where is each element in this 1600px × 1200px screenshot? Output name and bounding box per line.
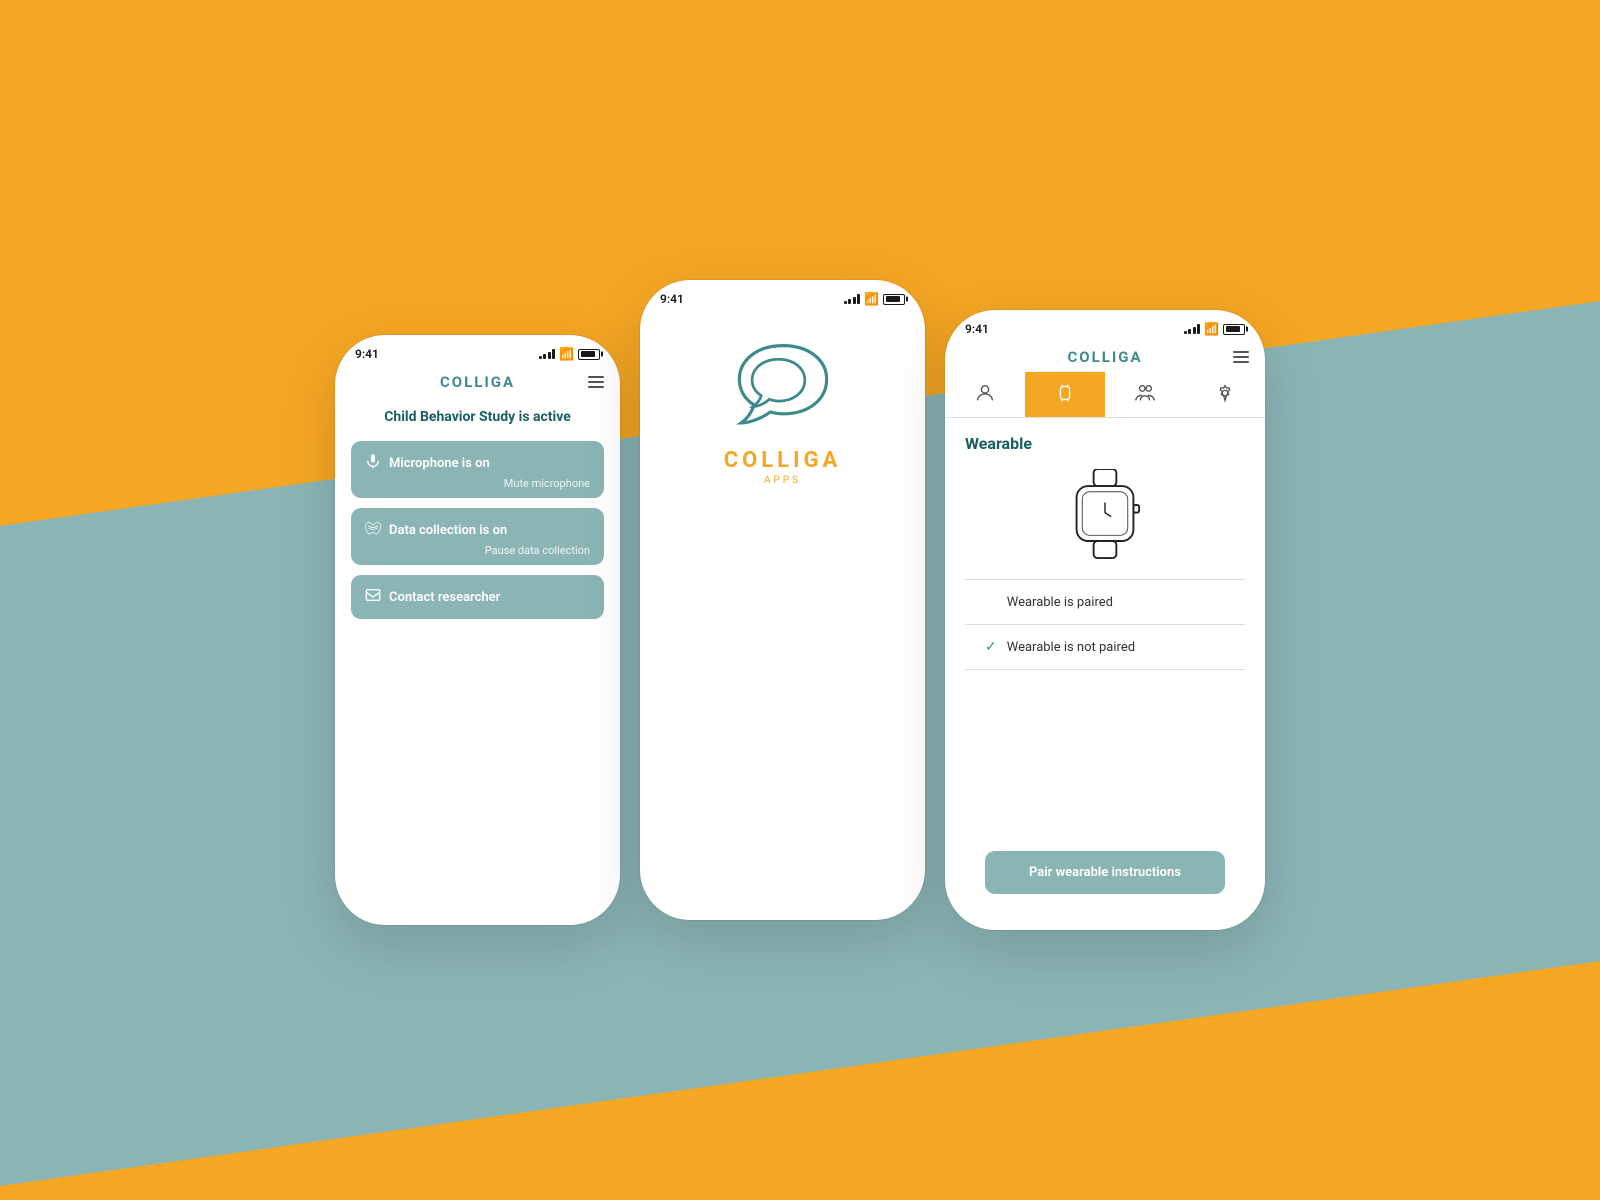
data-btn-top: Data collection is on [365, 520, 590, 540]
profile-tab-icon [974, 382, 996, 404]
microphone-button[interactable]: Microphone is on Mute microphone [351, 441, 604, 498]
signal-icon-left [539, 349, 556, 359]
microphone-label: Microphone is on [389, 456, 490, 471]
not-paired-check: ✓ [985, 639, 997, 655]
battery-icon-left [578, 349, 600, 360]
wearable-title: Wearable [965, 434, 1245, 453]
microphone-sub: Mute microphone [365, 477, 590, 490]
signal-icon-center [844, 294, 861, 304]
tab-settings[interactable] [1185, 372, 1265, 417]
tab-group[interactable] [1105, 372, 1185, 417]
splash-app-sub: APPS [764, 475, 801, 486]
splash-app-name: COLLIGA [724, 448, 842, 473]
pair-wearable-button[interactable]: Pair wearable instructions [985, 851, 1225, 894]
microphone-btn-top: Microphone is on [365, 453, 590, 473]
pair-btn-label: Pair wearable instructions [1029, 865, 1181, 880]
app-title-left: COLLIGA [440, 373, 515, 391]
status-icons-right: 📶 [1184, 322, 1245, 336]
scene: 9:41 📶 COLLIGA Child Behavior Study is a… [0, 0, 1600, 1200]
status-bar-center: 9:41 📶 [640, 280, 925, 312]
app-header-left: COLLIGA [335, 367, 620, 397]
menu-button-left[interactable] [588, 376, 604, 388]
tab-profile[interactable] [945, 372, 1025, 417]
data-collection-sub: Pause data collection [365, 544, 590, 557]
data-collection-icon [365, 520, 381, 540]
wearable-section: Wearable [945, 418, 1265, 686]
status-bar-right: 9:41 📶 [945, 310, 1265, 342]
splash-screen: COLLIGA APPS [640, 312, 925, 506]
wearable-tab-icon [1054, 382, 1076, 404]
data-collection-label: Data collection is on [389, 523, 507, 538]
app-title-right: COLLIGA [1067, 348, 1142, 366]
tab-bar [945, 372, 1265, 418]
wearable-not-paired-label: Wearable is not paired [1007, 640, 1135, 655]
wearable-not-paired-option[interactable]: ✓ Wearable is not paired [965, 625, 1245, 670]
contact-label: Contact researcher [389, 590, 500, 605]
phone-right-inner: 9:41 📶 COLLIGA [945, 310, 1265, 930]
phone-center: 9:41 📶 COLLIGA APPS [640, 280, 925, 920]
watch-illustration [965, 469, 1245, 559]
phone-left: 9:41 📶 COLLIGA Child Behavior Study is a… [335, 335, 620, 925]
app-header-right: COLLIGA [945, 342, 1265, 372]
data-collection-button[interactable]: Data collection is on Pause data collect… [351, 508, 604, 565]
time-center: 9:41 [660, 292, 684, 306]
phone-right: 9:41 📶 COLLIGA [945, 310, 1265, 930]
contact-button[interactable]: Contact researcher [351, 575, 604, 619]
status-bar-left: 9:41 📶 [335, 335, 620, 367]
settings-tab-icon [1214, 382, 1236, 404]
signal-icon-right [1184, 324, 1201, 334]
wearable-paired-option[interactable]: ✓ Wearable is paired [965, 580, 1245, 625]
time-left: 9:41 [355, 347, 379, 361]
microphone-icon [365, 453, 381, 473]
study-title: Child Behavior Study is active [335, 397, 620, 441]
mail-icon [365, 587, 381, 607]
status-icons-center: 📶 [844, 292, 905, 306]
contact-btn-top: Contact researcher [365, 587, 590, 607]
time-right: 9:41 [965, 322, 989, 336]
wearable-paired-label: Wearable is paired [1007, 595, 1113, 610]
wifi-status-icon-left: 📶 [559, 347, 574, 361]
wifi-status-icon-right: 📶 [1204, 322, 1219, 336]
tab-wearable[interactable] [1025, 372, 1105, 417]
colliga-logo [723, 332, 843, 432]
battery-icon-center [883, 294, 905, 305]
battery-icon-right [1223, 324, 1245, 335]
wifi-status-icon-center: 📶 [864, 292, 879, 306]
watch-svg [1065, 469, 1145, 559]
menu-button-right[interactable] [1233, 351, 1249, 363]
status-icons-left: 📶 [539, 347, 600, 361]
group-tab-icon [1134, 382, 1156, 404]
